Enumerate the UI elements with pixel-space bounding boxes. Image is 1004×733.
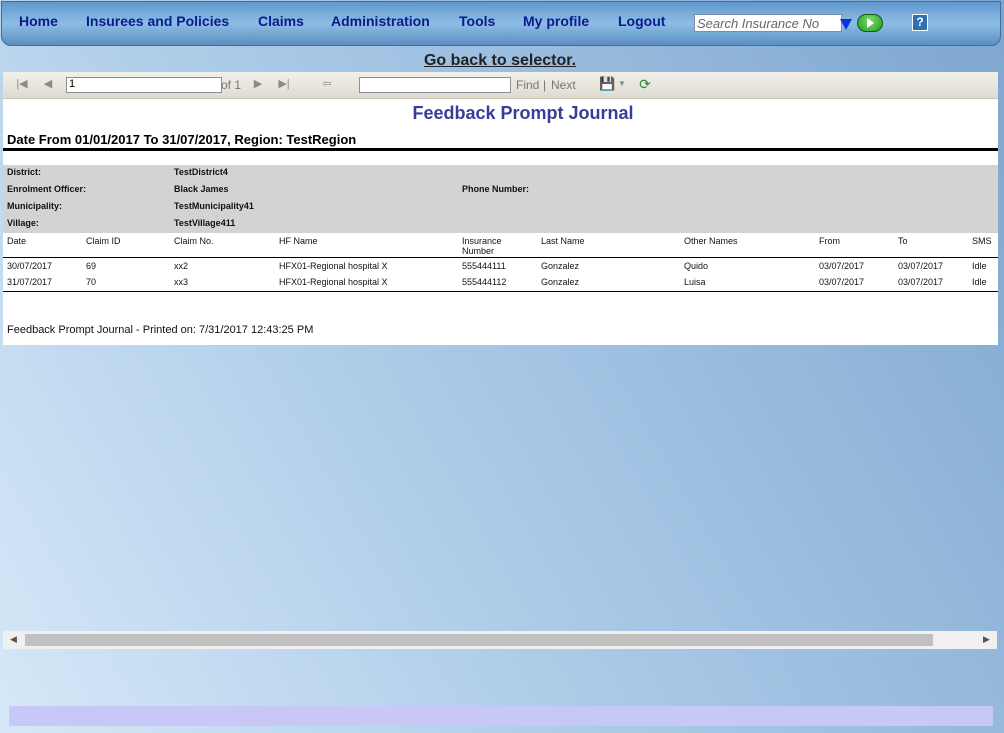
col-header-last-name: Last Name [541, 236, 585, 246]
nav-administration[interactable]: Administration [331, 13, 430, 29]
village-label: Village: [7, 218, 39, 228]
col-header-hf-name: HF Name [279, 236, 318, 246]
last-page-icon[interactable]: ▶| [277, 77, 291, 91]
find-text-input[interactable] [359, 77, 511, 93]
table-cell: 03/07/2017 [819, 277, 865, 287]
table-cell: Idle [972, 261, 987, 271]
toolbar-separator: | [543, 78, 547, 92]
report-title: Feedback Prompt Journal [412, 103, 634, 123]
table-cell: 31/07/2017 [7, 277, 53, 287]
phone-number-label: Phone Number: [462, 184, 530, 194]
table-cell: 03/07/2017 [819, 261, 865, 271]
page-count-label: of 1 [221, 78, 242, 92]
scrollbar-thumb[interactable] [25, 634, 933, 646]
export-icon[interactable]: 💾 [599, 77, 615, 91]
report-page: Feedback Prompt Journal Date From 01/01/… [3, 99, 998, 345]
district-label: District: [7, 167, 42, 177]
find-button[interactable]: Find [516, 78, 539, 92]
table-cell: Gonzalez [541, 277, 580, 287]
table-cell: 30/07/2017 [7, 261, 53, 271]
table-cell: xx2 [174, 261, 189, 271]
help-icon[interactable]: ? [912, 14, 928, 31]
nav-my-profile[interactable]: My profile [523, 13, 589, 29]
col-header-other-names: Other Names [684, 236, 738, 246]
enrolment-officer-label: Enrolment Officer: [7, 184, 87, 194]
report-footer: Feedback Prompt Journal - Printed on: 7/… [7, 324, 314, 336]
go-back-link[interactable]: Go back to selector. [0, 52, 1000, 70]
table-cell: 03/07/2017 [898, 277, 944, 287]
top-navigation-bar: Home Insurees and Policies Claims Admini… [1, 1, 1001, 46]
table-end-divider [3, 291, 998, 292]
back-to-parent-icon[interactable]: ⇦ [320, 77, 334, 91]
previous-page-icon[interactable]: ◀ [41, 77, 55, 91]
table-cell: Gonzalez [541, 261, 580, 271]
enrolment-officer-value: Black James [174, 184, 229, 194]
nav-tools[interactable]: Tools [459, 13, 495, 29]
municipality-label: Municipality: [7, 201, 63, 211]
scroll-right-icon[interactable]: ▶ [983, 634, 990, 645]
table-cell: 555444112 [462, 277, 507, 287]
table-cell: 69 [86, 261, 97, 271]
col-header-claim-id: Claim ID [86, 236, 121, 246]
col-header-to: To [898, 236, 908, 246]
col-header-sms: SMS [972, 236, 992, 246]
col-header-number: Number [462, 246, 495, 256]
export-dropdown-icon[interactable]: ▼ [615, 77, 629, 91]
header-divider [3, 257, 998, 258]
district-value: TestDistrict4 [174, 167, 228, 177]
table-cell: HFX01-Regional hospital X [279, 277, 388, 287]
title-divider [3, 148, 998, 151]
col-header-insurance: Insurance [462, 236, 502, 246]
table-cell: Quido [684, 261, 709, 271]
col-header-date: Date [7, 236, 27, 246]
table-cell: HFX01-Regional hospital X [279, 261, 388, 271]
first-page-icon[interactable]: |◀ [15, 77, 29, 91]
nav-logout[interactable]: Logout [618, 13, 665, 29]
table-cell: 70 [86, 277, 97, 287]
table-cell: 555444111 [462, 261, 506, 271]
scroll-left-icon[interactable]: ◀ [10, 634, 17, 645]
search-dropdown-icon[interactable] [840, 19, 852, 30]
table-cell: xx3 [174, 277, 189, 287]
status-bar [9, 706, 993, 726]
next-page-icon[interactable]: ▶ [251, 77, 265, 91]
village-value: TestVillage411 [174, 218, 236, 228]
municipality-value: TestMunicipality41 [174, 201, 254, 211]
table-cell: 03/07/2017 [898, 261, 944, 271]
col-header-from: From [819, 236, 840, 246]
report-subtitle: Date From 01/01/2017 To 31/07/2017, Regi… [7, 132, 357, 147]
nav-home[interactable]: Home [19, 13, 58, 29]
find-next-button[interactable]: Next [551, 78, 576, 92]
nav-insurees-and-policies[interactable]: Insurees and Policies [86, 13, 229, 29]
col-header-claim-no: Claim No. [174, 236, 214, 246]
search-go-button[interactable] [857, 14, 883, 32]
nav-claims[interactable]: Claims [258, 13, 304, 29]
search-insurance-input[interactable]: Search Insurance No [694, 14, 842, 32]
officer-info-block: District: TestDistrict4 Enrolment Office… [3, 165, 998, 233]
page-number-input[interactable]: 1 [66, 77, 222, 93]
report-toolbar: |◀ ◀ 1 of 1 ▶ ▶| ⇦ Find | Next 💾 ▼ ⟳ [3, 72, 998, 99]
table-cell: Idle [972, 277, 987, 287]
table-cell: Luisa [684, 277, 706, 287]
refresh-icon[interactable]: ⟳ [638, 77, 652, 91]
horizontal-scrollbar[interactable]: ◀ ▶ [3, 631, 997, 649]
